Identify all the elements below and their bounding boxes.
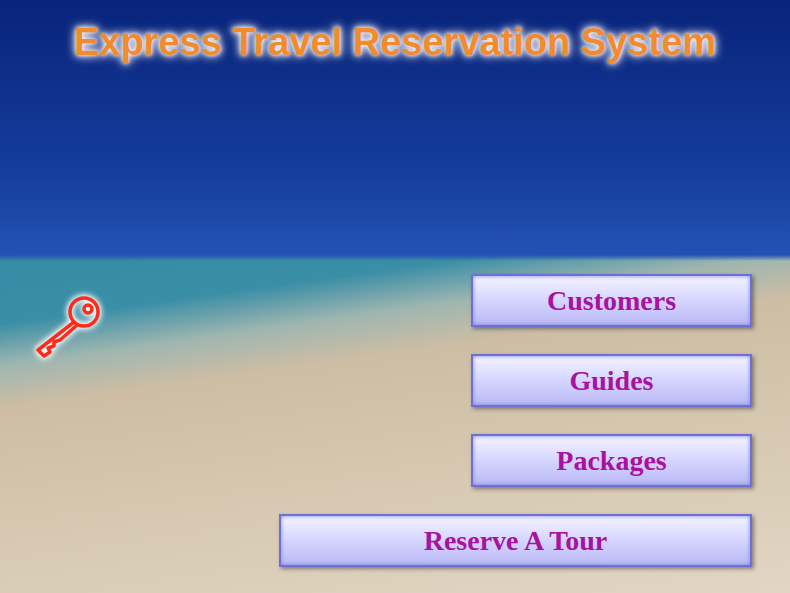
- menu-button[interactable]: Customers: [471, 274, 752, 327]
- menu-button[interactable]: Reserve A Tour: [279, 514, 752, 567]
- main-screen: Express Travel Reservation System Custome…: [0, 0, 790, 593]
- menu-button[interactable]: Packages: [471, 434, 752, 487]
- app-title: Express Travel Reservation System: [0, 20, 790, 66]
- key-icon[interactable]: [28, 292, 108, 362]
- main-menu: Customers Guides Packages Reserve A Tour: [0, 274, 752, 567]
- menu-button[interactable]: Guides: [471, 354, 752, 407]
